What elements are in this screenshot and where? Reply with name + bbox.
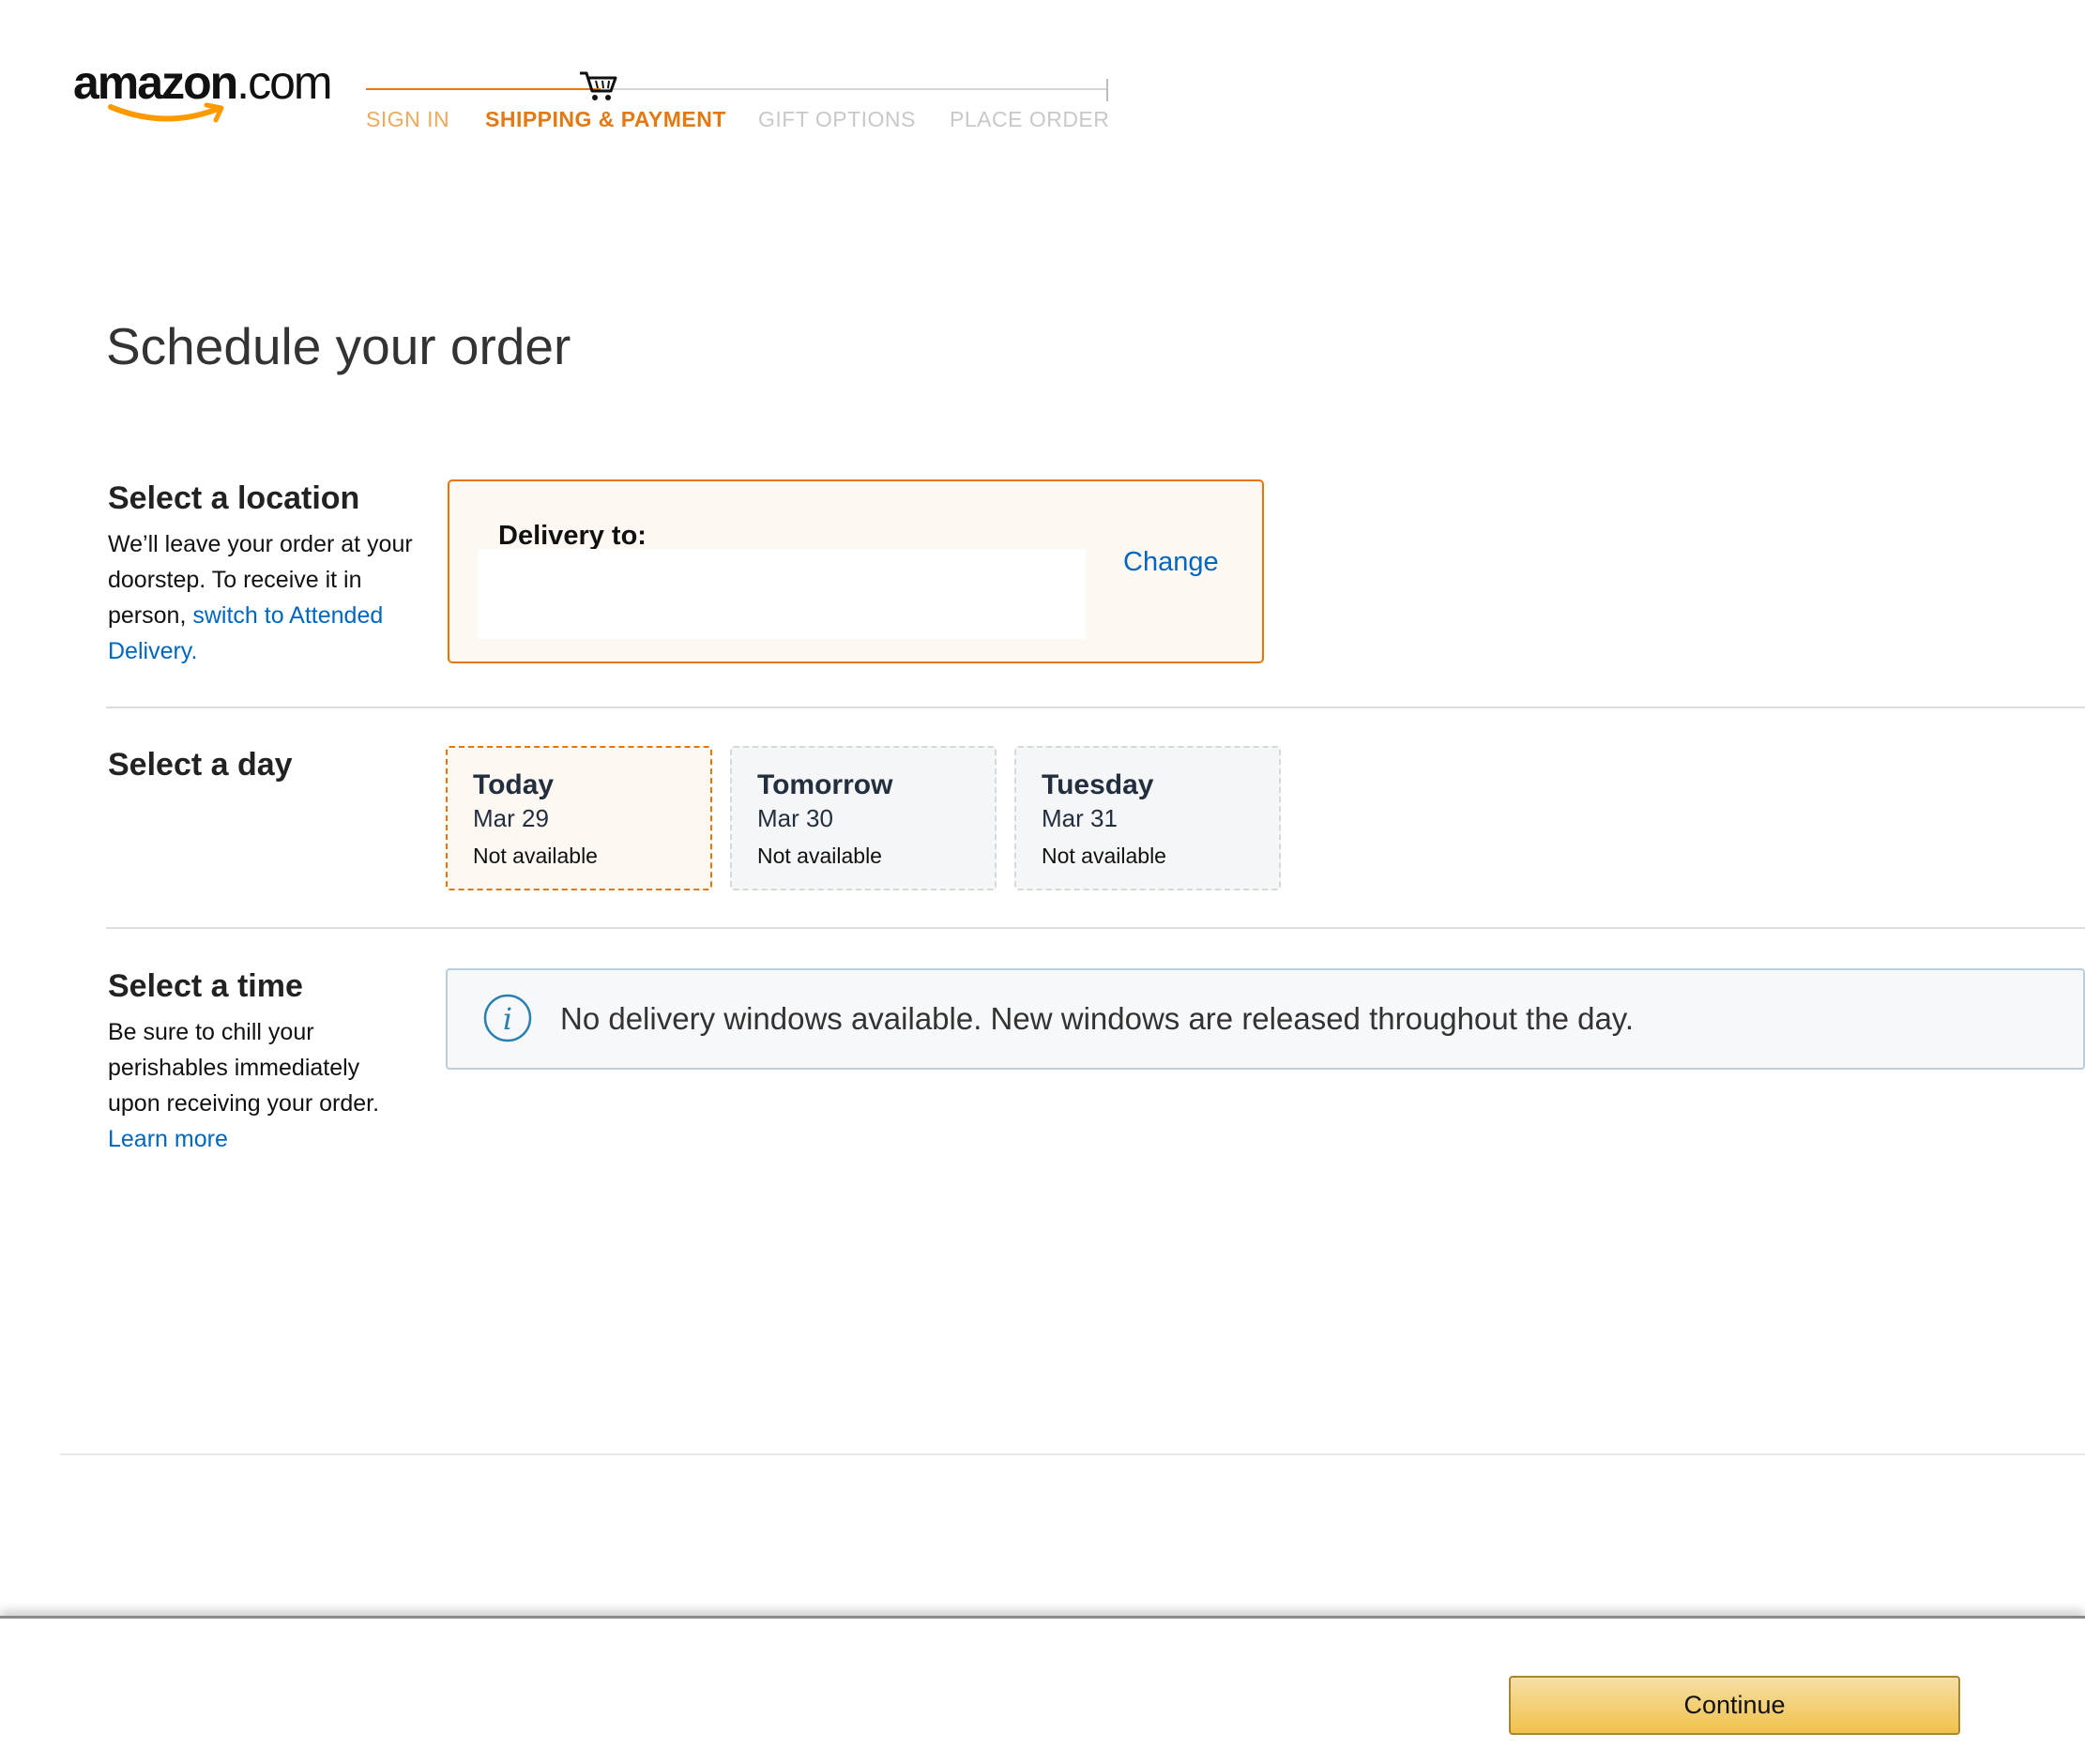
svg-text:i: i — [503, 1001, 512, 1037]
continue-button[interactable]: Continue — [1509, 1676, 1960, 1735]
checkout-page: amazon.com SIGN IN SHIPPING & PAYMENT GI… — [0, 0, 2085, 1764]
progress-fill — [366, 88, 601, 90]
learn-more-link[interactable]: Learn more — [108, 1126, 228, 1152]
progress-endcap — [1106, 79, 1108, 101]
section-divider — [106, 927, 2085, 929]
day-name: Tomorrow — [757, 769, 893, 800]
alert-message: No delivery windows available. New windo… — [560, 1001, 1635, 1036]
delivery-address — [478, 549, 1086, 639]
info-icon: i — [483, 994, 532, 1042]
day-date: Mar 29 — [473, 804, 549, 832]
day-status: Not available — [473, 844, 598, 868]
time-description: Be sure to chill your perishables immedi… — [108, 1014, 418, 1157]
time-description-text: Be sure to chill your perishables immedi… — [108, 1019, 380, 1117]
day-name: Tuesday — [1042, 769, 1154, 800]
day-date: Mar 31 — [1042, 804, 1118, 832]
day-heading: Select a day — [108, 747, 293, 783]
day-option-tomorrow[interactable]: Tomorrow Mar 30 Not available — [730, 746, 997, 890]
amazon-logo[interactable]: amazon.com — [73, 54, 336, 129]
shopping-cart-icon — [580, 71, 617, 100]
time-heading: Select a time — [108, 968, 303, 1004]
delivery-to-label: Delivery to: — [498, 521, 647, 551]
no-windows-alert: i No delivery windows available. New win… — [446, 968, 2085, 1070]
day-status: Not available — [1042, 844, 1166, 868]
location-heading: Select a location — [108, 480, 360, 516]
step-shipping-payment: SHIPPING & PAYMENT — [485, 107, 726, 131]
location-description: We’ll leave your order at your doorstep.… — [108, 526, 418, 669]
day-status: Not available — [757, 844, 882, 868]
step-sign-in: SIGN IN — [366, 107, 450, 131]
delivery-location-box: Delivery to: Change — [448, 479, 1264, 663]
step-place-order: PLACE ORDER — [950, 107, 1110, 131]
step-gift-options: GIFT OPTIONS — [758, 107, 916, 131]
day-name: Today — [473, 769, 555, 800]
change-address-link[interactable]: Change — [1123, 545, 1219, 579]
page-title: Schedule your order — [106, 317, 571, 375]
checkout-progress: SIGN IN SHIPPING & PAYMENT GIFT OPTIONS … — [366, 66, 1117, 141]
day-option-tuesday[interactable]: Tuesday Mar 31 Not available — [1014, 746, 1281, 890]
section-divider — [106, 707, 2085, 708]
day-date: Mar 30 — [757, 804, 833, 832]
day-option-today[interactable]: Today Mar 29 Not available — [446, 746, 712, 890]
smile-arrow-icon — [108, 102, 224, 123]
footer-divider — [60, 1453, 2085, 1455]
